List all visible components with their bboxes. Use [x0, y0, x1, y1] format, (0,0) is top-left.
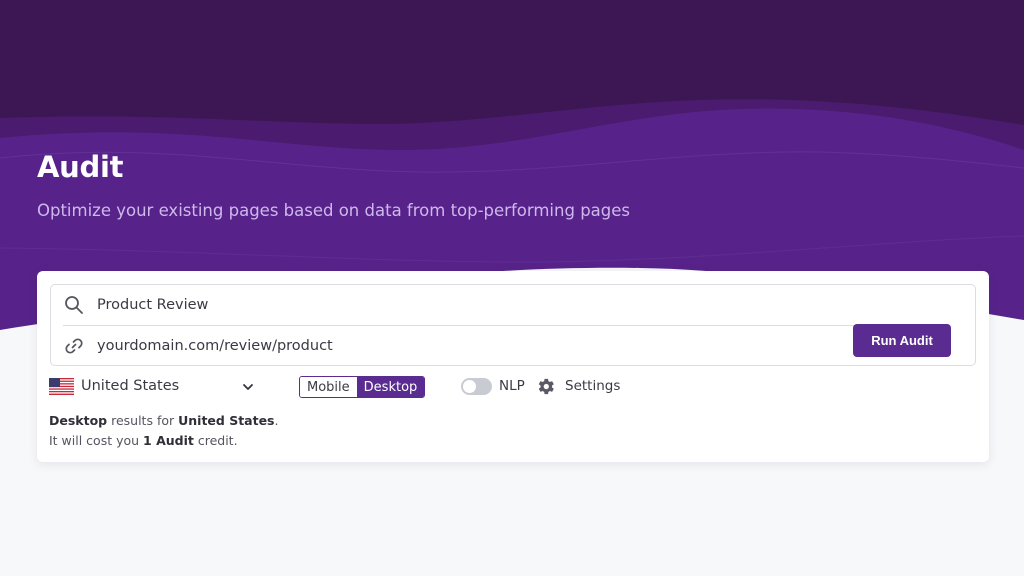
summary-cost-prefix: It will cost you — [49, 433, 144, 448]
url-input[interactable]: yourdomain.com/review/product — [97, 338, 333, 354]
summary-cost-suffix: credit. — [193, 433, 238, 448]
summary-country: United States — [178, 413, 275, 428]
gear-icon[interactable] — [535, 376, 556, 397]
url-row[interactable]: yourdomain.com/review/product — [51, 326, 975, 366]
device-option-desktop[interactable]: Desktop — [356, 377, 425, 397]
summary-device: Desktop — [49, 413, 108, 428]
nlp-toggle[interactable] — [461, 378, 492, 395]
audit-card: Product Review yourdomain.com/review/pro… — [37, 271, 989, 462]
device-option-mobile[interactable]: Mobile — [300, 377, 357, 397]
page-subtitle: Optimize your existing pages based on da… — [37, 201, 631, 220]
audit-input-box: Product Review yourdomain.com/review/pro… — [50, 284, 976, 366]
us-flag-icon — [49, 378, 74, 395]
chevron-down-icon[interactable] — [241, 380, 255, 394]
toggle-knob — [463, 380, 476, 393]
country-select[interactable]: United States — [81, 378, 179, 394]
summary-line-cost: It will cost you 1 Audit credit. — [49, 433, 238, 448]
nlp-label: NLP — [499, 378, 525, 394]
keyword-row[interactable]: Product Review — [51, 285, 975, 325]
search-icon — [63, 294, 85, 316]
run-audit-button[interactable]: Run Audit — [853, 324, 951, 357]
summary-middle: results for — [107, 413, 179, 428]
settings-link[interactable]: Settings — [565, 378, 620, 394]
summary-line-device: Desktop results for United States. — [49, 413, 279, 428]
link-icon — [63, 335, 85, 357]
page-title: Audit — [37, 150, 124, 184]
summary-end: . — [274, 413, 279, 428]
keyword-input[interactable]: Product Review — [97, 297, 208, 313]
device-toggle: Mobile Desktop — [299, 376, 426, 398]
summary-credit: 1 Audit — [143, 433, 194, 448]
audit-options: United States Mobile Desktop NLP Setting… — [49, 375, 649, 399]
